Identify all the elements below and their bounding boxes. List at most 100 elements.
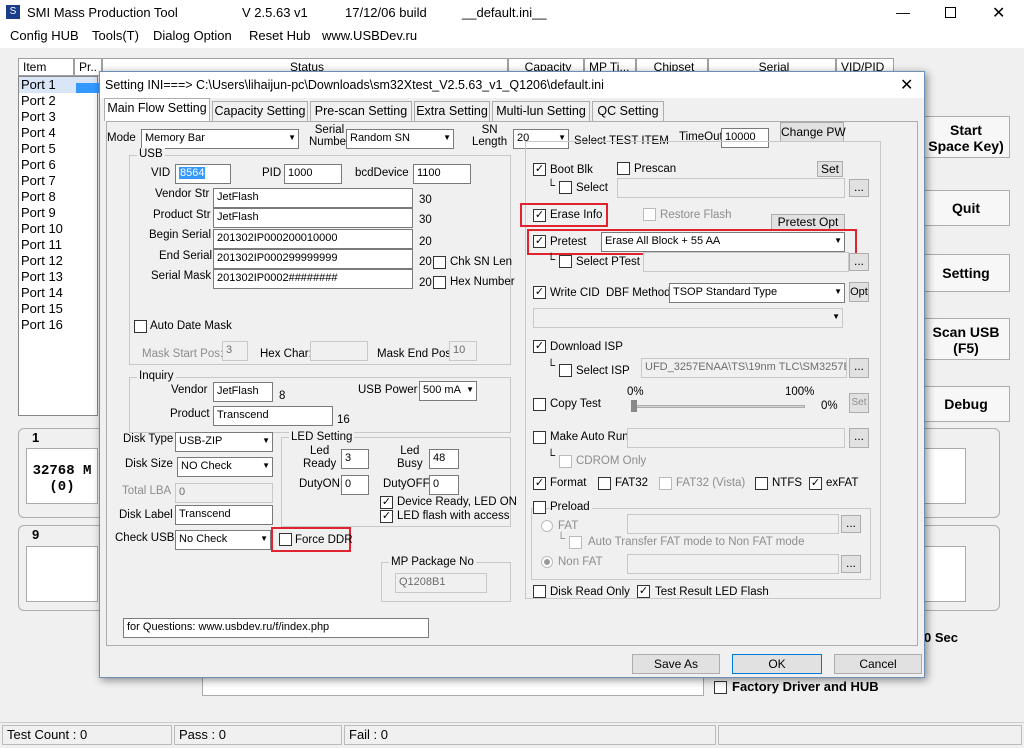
- copy-test-slider-thumb[interactable]: [631, 400, 637, 412]
- copy-test-set-button[interactable]: Set: [849, 393, 869, 413]
- pretest-select[interactable]: Erase All Block + 55 AA: [601, 232, 845, 252]
- close-icon[interactable]: ✕: [992, 3, 1005, 23]
- menu-usbdev[interactable]: www.USBDev.ru: [322, 28, 417, 43]
- duty-on-input[interactable]: 0: [341, 475, 369, 495]
- port-item[interactable]: Port 7: [19, 173, 97, 189]
- serial-number-select[interactable]: Random SN: [346, 129, 454, 149]
- port-item[interactable]: Port 11: [19, 237, 97, 253]
- ntfs-checkbox[interactable]: [755, 477, 768, 490]
- led-flash-access-checkbox[interactable]: ✓: [380, 510, 393, 523]
- boot-browse-button[interactable]: ...: [849, 179, 869, 197]
- vendor-str-input[interactable]: JetFlash: [213, 188, 413, 208]
- isp-browse-button[interactable]: ...: [849, 358, 869, 378]
- ptest-browse-button[interactable]: ...: [849, 253, 869, 271]
- end-serial-input[interactable]: 201302IP000299999999: [213, 249, 413, 269]
- menu-tools[interactable]: Tools(T): [92, 28, 139, 43]
- write-cid-checkbox[interactable]: ✓: [533, 286, 546, 299]
- port-item[interactable]: Port 2: [19, 93, 97, 109]
- exfat-checkbox[interactable]: ✓: [809, 477, 822, 490]
- port-item[interactable]: Port 10: [19, 221, 97, 237]
- save-as-button[interactable]: Save As: [632, 654, 720, 674]
- hex-number-checkbox[interactable]: [433, 276, 446, 289]
- scan-usb-button[interactable]: Scan USB (F5): [922, 318, 1010, 360]
- copy-test-slider[interactable]: [635, 405, 805, 408]
- restore-flash-checkbox[interactable]: [643, 208, 656, 221]
- debug-button[interactable]: Debug: [922, 386, 1010, 422]
- duty-off-input[interactable]: 0: [429, 475, 459, 495]
- format-checkbox[interactable]: ✓: [533, 477, 546, 490]
- fat-radio[interactable]: [541, 520, 553, 532]
- device-ready-led-checkbox[interactable]: ✓: [380, 496, 393, 509]
- ptest-path-input[interactable]: [643, 252, 849, 272]
- questions-link[interactable]: for Questions: www.usbdev.ru/f/index.php: [123, 618, 429, 638]
- port-item[interactable]: Port 13: [19, 269, 97, 285]
- port-item[interactable]: Port 8: [19, 189, 97, 205]
- isp-path-input[interactable]: UFD_3257ENAA\TS\19nm TLC\SM3257EN: [641, 358, 847, 378]
- check-usb-select[interactable]: No Check: [175, 530, 271, 550]
- total-lba-input[interactable]: 0: [175, 483, 273, 503]
- port-item[interactable]: Port 4: [19, 125, 97, 141]
- mp-package-input[interactable]: Q1208B1: [395, 573, 487, 593]
- maximize-icon[interactable]: [945, 7, 956, 18]
- pretest-checkbox[interactable]: ✓: [533, 235, 546, 248]
- auto-date-mask-checkbox[interactable]: [134, 320, 147, 333]
- port-item[interactable]: Port 14: [19, 285, 97, 301]
- select-isp-checkbox[interactable]: [559, 364, 572, 377]
- copy-test-checkbox[interactable]: [533, 398, 546, 411]
- tab-prescan[interactable]: Pre-scan Setting: [310, 101, 412, 121]
- disk-read-only-checkbox[interactable]: [533, 585, 546, 598]
- usb-power-select[interactable]: 500 mA: [419, 381, 477, 401]
- vid-input[interactable]: 8564: [175, 164, 231, 184]
- led-busy-input[interactable]: 48: [429, 449, 459, 469]
- fat-browse-button[interactable]: ...: [841, 515, 861, 533]
- col-item[interactable]: Item: [18, 58, 74, 76]
- port-item[interactable]: Port 3: [19, 109, 97, 125]
- disk-type-select[interactable]: USB-ZIP: [175, 432, 273, 452]
- ok-button[interactable]: OK: [732, 654, 822, 674]
- serial-mask-input[interactable]: 201302IP0002########: [213, 269, 413, 289]
- auto-run-browse-button[interactable]: ...: [849, 428, 869, 448]
- factory-driver-checkbox[interactable]: [714, 681, 727, 694]
- start-button[interactable]: Start Space Key): [922, 116, 1010, 158]
- prescan-checkbox[interactable]: [617, 162, 630, 175]
- product-str-input[interactable]: JetFlash: [213, 208, 413, 228]
- pretest-opt-button[interactable]: Pretest Opt: [771, 214, 845, 230]
- mask-start-input[interactable]: 3: [222, 341, 248, 361]
- mode-select[interactable]: Memory Bar: [141, 129, 299, 149]
- cid-extra-select[interactable]: [533, 308, 843, 328]
- tab-capacity[interactable]: Capacity Setting: [212, 101, 308, 121]
- disk-label-input[interactable]: Transcend: [175, 505, 273, 525]
- tab-qc[interactable]: QC Setting: [592, 101, 664, 121]
- dialog-close-icon[interactable]: ✕: [900, 75, 913, 95]
- dbf-opt-button[interactable]: Opt: [849, 282, 869, 302]
- boot-blk-checkbox[interactable]: ✓: [533, 163, 546, 176]
- non-fat-radio[interactable]: [541, 556, 553, 568]
- cancel-button[interactable]: Cancel: [834, 654, 922, 674]
- menu-reset-hub[interactable]: Reset Hub: [249, 28, 310, 43]
- select-ptest-checkbox[interactable]: [559, 255, 572, 268]
- mask-end-input[interactable]: 10: [449, 341, 477, 361]
- hex-char-input[interactable]: [310, 341, 368, 361]
- port-item[interactable]: Port 12: [19, 253, 97, 269]
- download-isp-checkbox[interactable]: ✓: [533, 340, 546, 353]
- auto-transfer-checkbox[interactable]: [569, 536, 582, 549]
- pid-input[interactable]: 1000: [284, 164, 342, 184]
- led-ready-input[interactable]: 3: [341, 449, 369, 469]
- fat32-vista-checkbox[interactable]: [659, 477, 672, 490]
- select-checkbox[interactable]: [559, 181, 572, 194]
- port-item[interactable]: Port 9: [19, 205, 97, 221]
- disk-size-select[interactable]: NO Check: [177, 457, 273, 477]
- minimize-icon[interactable]: —: [896, 4, 910, 20]
- test-result-led-checkbox[interactable]: ✓: [637, 585, 650, 598]
- set-button[interactable]: Set: [817, 161, 843, 177]
- menu-config-hub[interactable]: Config HUB: [10, 28, 79, 43]
- erase-info-checkbox[interactable]: ✓: [533, 209, 546, 222]
- setting-button[interactable]: Setting: [922, 254, 1010, 292]
- non-fat-browse-button[interactable]: ...: [841, 555, 861, 573]
- change-pw-button[interactable]: Change PW: [780, 122, 846, 142]
- port-item[interactable]: Port 5: [19, 141, 97, 157]
- non-fat-path-input[interactable]: [627, 554, 839, 574]
- bcd-input[interactable]: 1100: [413, 164, 471, 184]
- tab-main-flow[interactable]: Main Flow Setting: [104, 98, 210, 121]
- preload-checkbox[interactable]: [533, 501, 546, 514]
